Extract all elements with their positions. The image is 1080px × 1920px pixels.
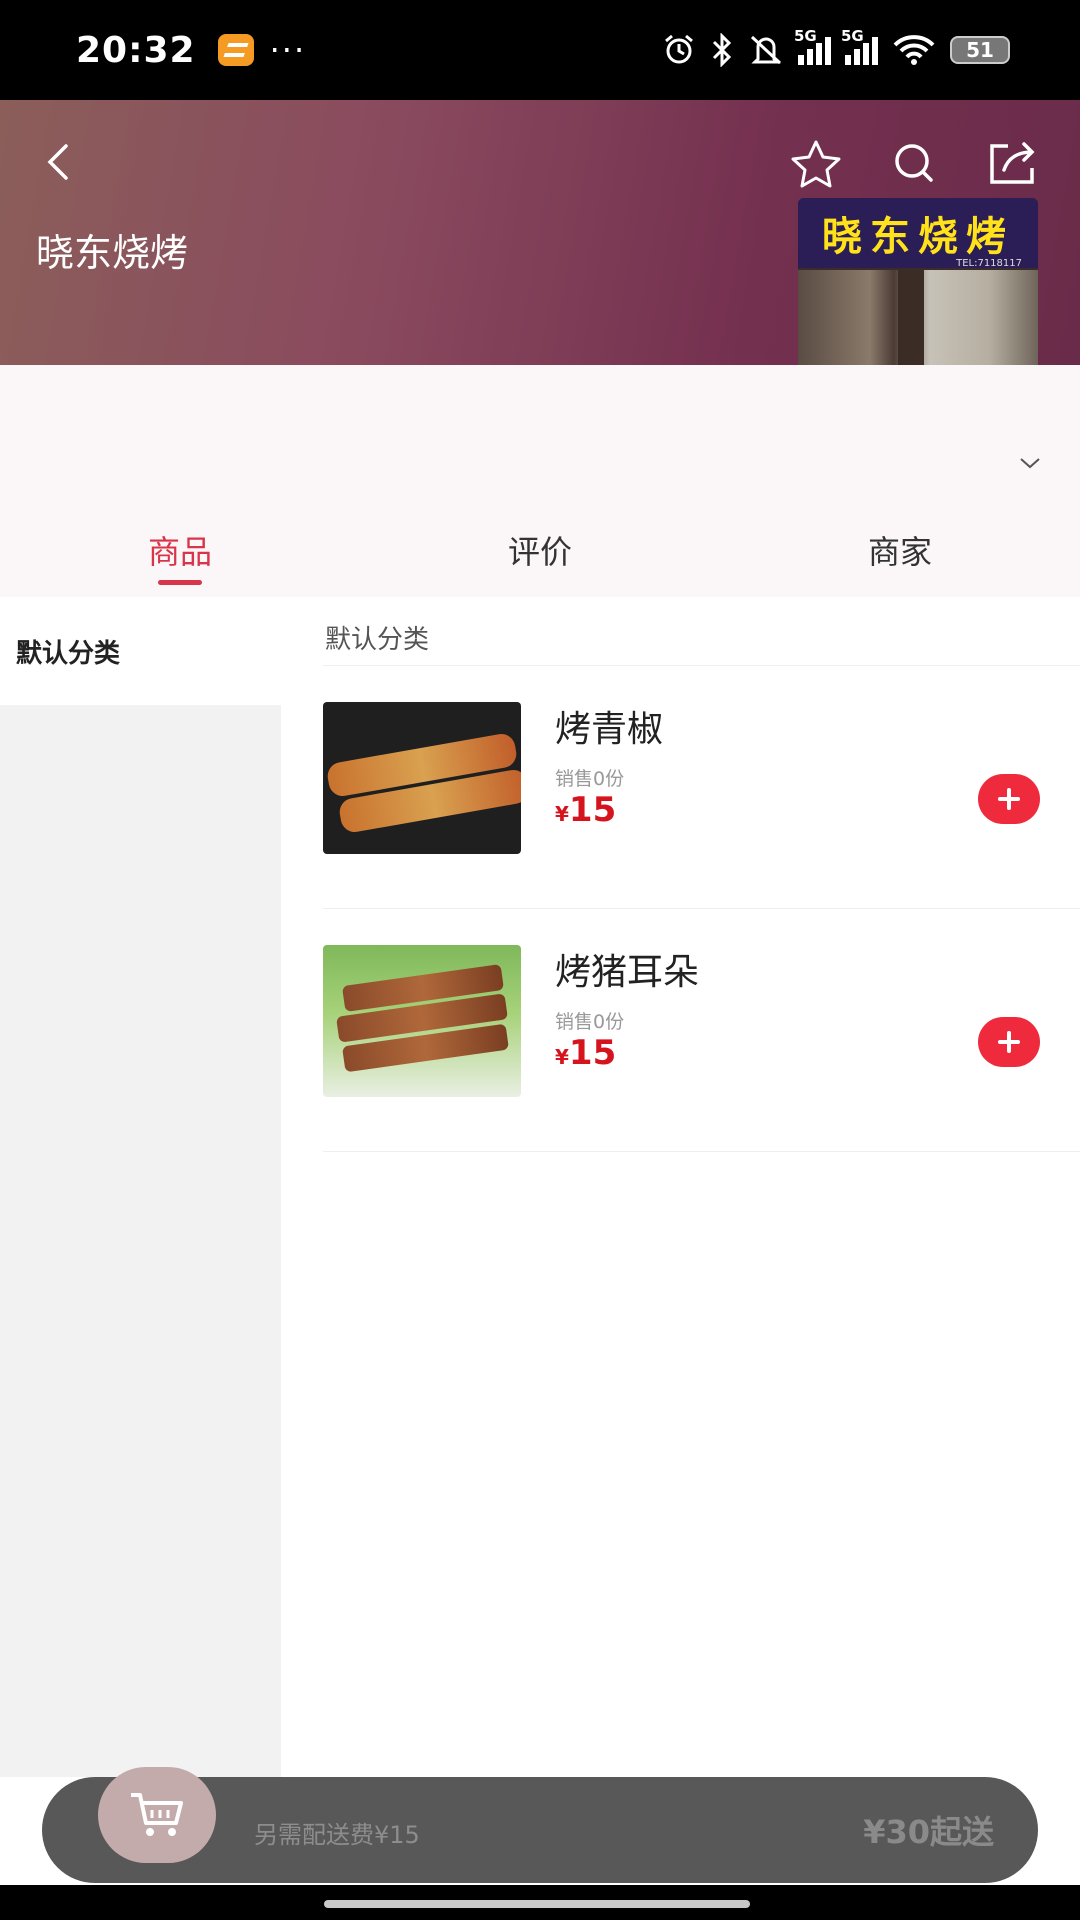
tab-bar: 商品 评价 商家: [0, 505, 1080, 597]
product-image: [323, 945, 521, 1097]
product-list: 默认分类 烤青椒 销售0份 ¥15 烤猪耳朵 销售0份 ¥15: [281, 597, 1080, 1777]
mute-icon: [750, 35, 782, 65]
status-time: 20:32: [76, 29, 196, 71]
plus-icon: [998, 788, 1020, 810]
minimum-order-label: ¥30起送: [863, 1813, 994, 1851]
add-to-cart-button[interactable]: [978, 1017, 1040, 1067]
sidebar-item-default-category[interactable]: 默认分类: [0, 597, 281, 705]
category-sidebar: 默认分类: [0, 597, 281, 1777]
product-sold-count: 销售0份: [555, 1011, 625, 1033]
product-image: [323, 702, 521, 854]
price-value: 15: [568, 790, 617, 830]
product-price: ¥15: [555, 1033, 616, 1073]
tab-merchant[interactable]: 商家: [720, 505, 1080, 597]
category-title: 默认分类: [325, 625, 430, 655]
list-item[interactable]: 烤青椒 销售0份 ¥15: [323, 666, 1080, 909]
plus-icon: [998, 1031, 1020, 1053]
bluetooth-icon: [712, 33, 732, 67]
price-value: 15: [568, 1033, 617, 1073]
share-icon[interactable]: [982, 138, 1042, 188]
shop-info-area: 商品 评价 商家: [0, 365, 1080, 597]
search-icon[interactable]: [884, 138, 944, 188]
product-name: 烤猪耳朵: [555, 952, 700, 993]
app-notification-icon: [217, 34, 254, 66]
status-bar: 20:32 ··· 5G 5G 51: [0, 0, 1080, 100]
currency-symbol: ¥: [555, 1045, 569, 1069]
product-sold-count: 销售0份: [555, 768, 625, 790]
tab-reviews[interactable]: 评价: [360, 505, 720, 597]
wifi-icon: [893, 35, 935, 65]
shop-header: 晓东烧烤 晓东烧烤 TEL:7118117: [0, 100, 1080, 388]
more-notifications-indicator: ···: [269, 31, 307, 69]
cart-button[interactable]: [98, 1767, 216, 1863]
chevron-down-icon[interactable]: [1018, 455, 1042, 471]
favorite-star-icon[interactable]: [786, 138, 846, 188]
currency-symbol: ¥: [555, 802, 569, 826]
cart-icon: [131, 1793, 183, 1836]
network-type-1: 5G: [794, 27, 817, 45]
cart-bar[interactable]: 另需配送费¥15 ¥30起送: [42, 1767, 1038, 1883]
signal-1-icon: 5G: [794, 27, 831, 65]
alarm-icon: [665, 34, 693, 64]
shop-name: 晓东烧烤: [36, 231, 189, 275]
add-to-cart-button[interactable]: [978, 774, 1040, 824]
home-indicator[interactable]: [324, 1900, 750, 1908]
delivery-fee-text: 另需配送费¥15: [254, 1821, 420, 1849]
signal-2-icon: 5G: [841, 27, 878, 65]
tab-products[interactable]: 商品: [0, 505, 360, 597]
product-name: 烤青椒: [555, 709, 664, 750]
network-type-2: 5G: [841, 27, 864, 45]
shop-sign-tel: TEL:7118117: [956, 258, 1022, 269]
shop-photo: 晓东烧烤 TEL:7118117: [798, 198, 1038, 388]
product-price: ¥15: [555, 790, 616, 830]
back-icon[interactable]: [38, 142, 78, 182]
list-item[interactable]: 烤猪耳朵 销售0份 ¥15: [323, 909, 1080, 1152]
divider: [323, 1151, 1080, 1152]
battery-indicator: 51: [950, 36, 1010, 64]
